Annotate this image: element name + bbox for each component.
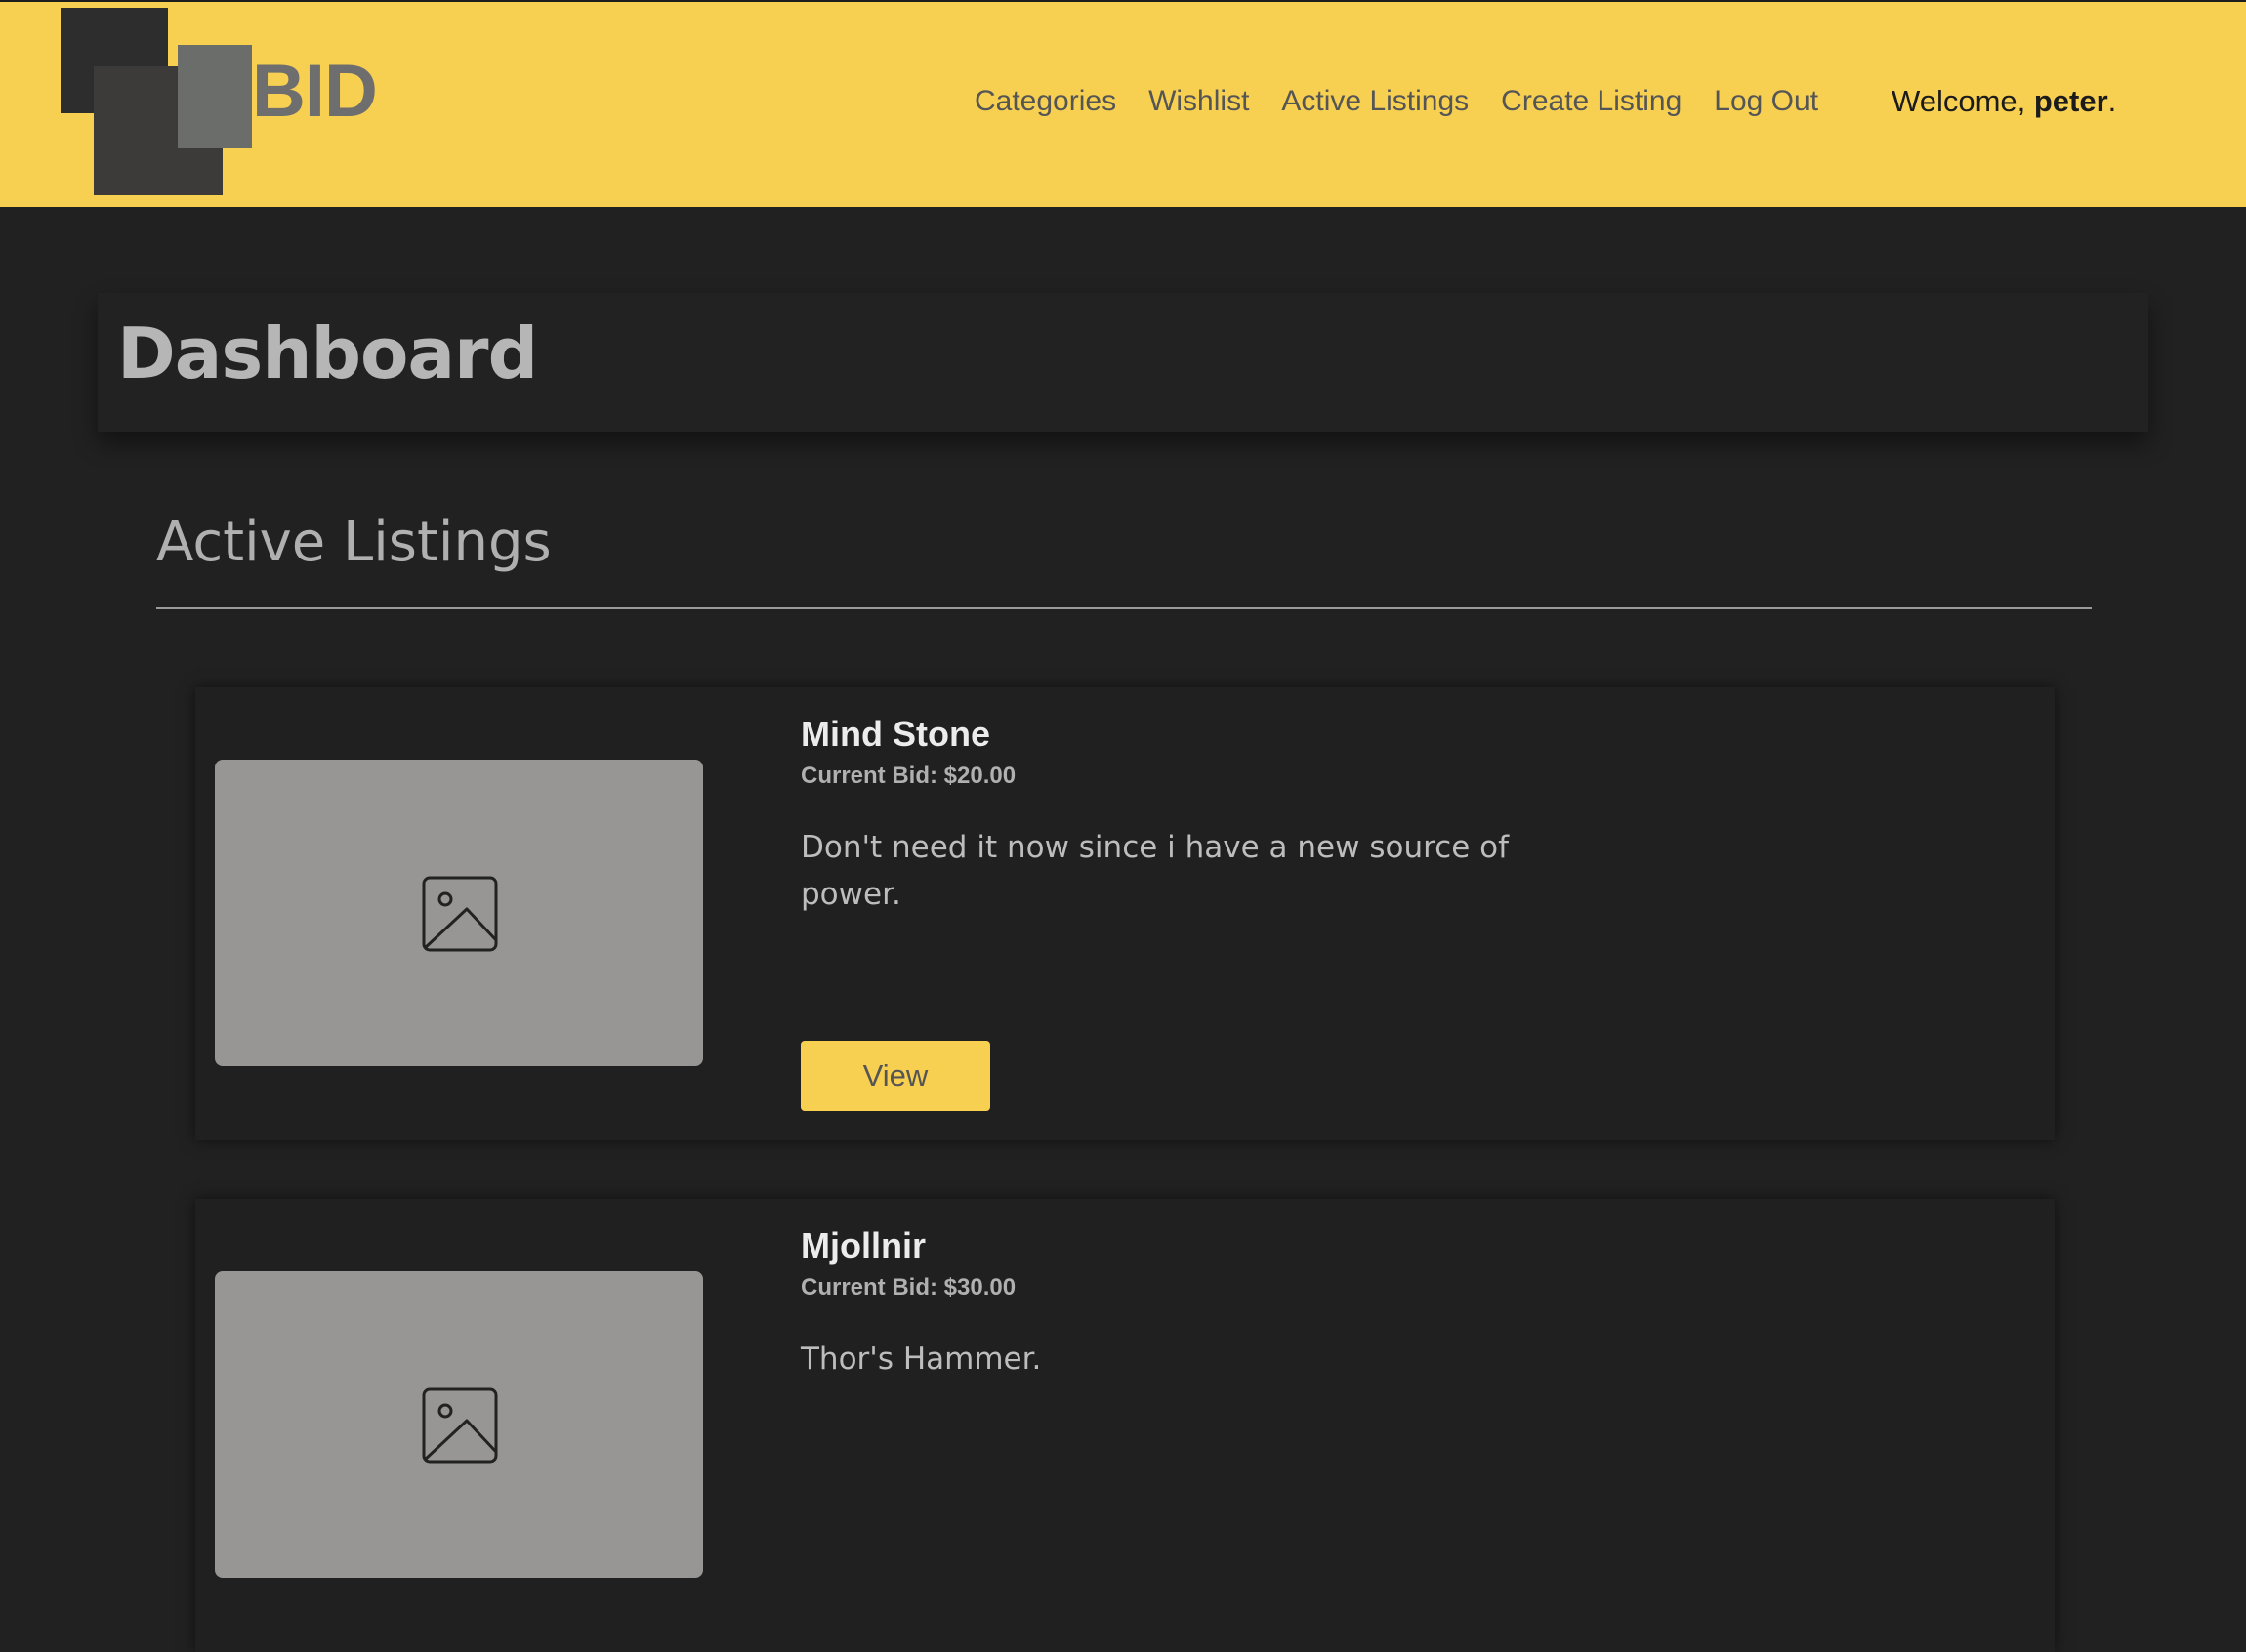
welcome-prefix: Welcome, xyxy=(1892,84,2034,118)
view-listing-button[interactable]: View xyxy=(801,1041,990,1111)
welcome-message: Welcome, peter. xyxy=(1892,82,2116,121)
site-logo[interactable]: BID xyxy=(61,8,393,195)
username: peter xyxy=(2033,84,2108,118)
image-placeholder-icon xyxy=(422,876,498,952)
listing-thumbnail[interactable] xyxy=(215,1271,703,1578)
nav-link-log-out[interactable]: Log Out xyxy=(1714,82,1818,121)
listing-thumbnail[interactable] xyxy=(215,760,703,1066)
nav-link-categories[interactable]: Categories xyxy=(975,82,1116,121)
nav-link-wishlist[interactable]: Wishlist xyxy=(1148,82,1249,121)
page-title: Dashboard xyxy=(117,312,538,394)
listing-current-bid: Current Bid: $30.00 xyxy=(801,1274,1017,1301)
listing-description: Thor's Hammer. xyxy=(801,1342,1042,1377)
nav-link-create-listing[interactable]: Create Listing xyxy=(1501,82,1682,121)
listing-card: Mind Stone Current Bid: $20.00 Don't nee… xyxy=(195,687,2055,1140)
nav-link-active-listings[interactable]: Active Listings xyxy=(1281,82,1469,121)
welcome-suffix: . xyxy=(2107,84,2117,118)
dashboard-banner: Dashboard xyxy=(98,293,2148,432)
listing-current-bid: Current Bid: $20.00 xyxy=(801,763,1017,789)
section-title-active-listings: Active Listings xyxy=(156,511,552,574)
section-divider xyxy=(156,607,2092,609)
top-navbar: BID Categories Wishlist Active Listings … xyxy=(0,0,2246,207)
image-placeholder-icon xyxy=(422,1387,498,1464)
listing-title[interactable]: Mjollnir xyxy=(801,1224,926,1267)
listing-description: Don't need it now since i have a new sou… xyxy=(801,830,1510,912)
brand-name: BID xyxy=(252,50,378,133)
logo-square-light xyxy=(178,45,252,148)
main-nav: Categories Wishlist Active Listings Crea… xyxy=(975,82,1851,121)
listing-card: Mjollnir Current Bid: $30.00 Thor's Hamm… xyxy=(195,1199,2055,1652)
listing-title[interactable]: Mind Stone xyxy=(801,713,990,756)
